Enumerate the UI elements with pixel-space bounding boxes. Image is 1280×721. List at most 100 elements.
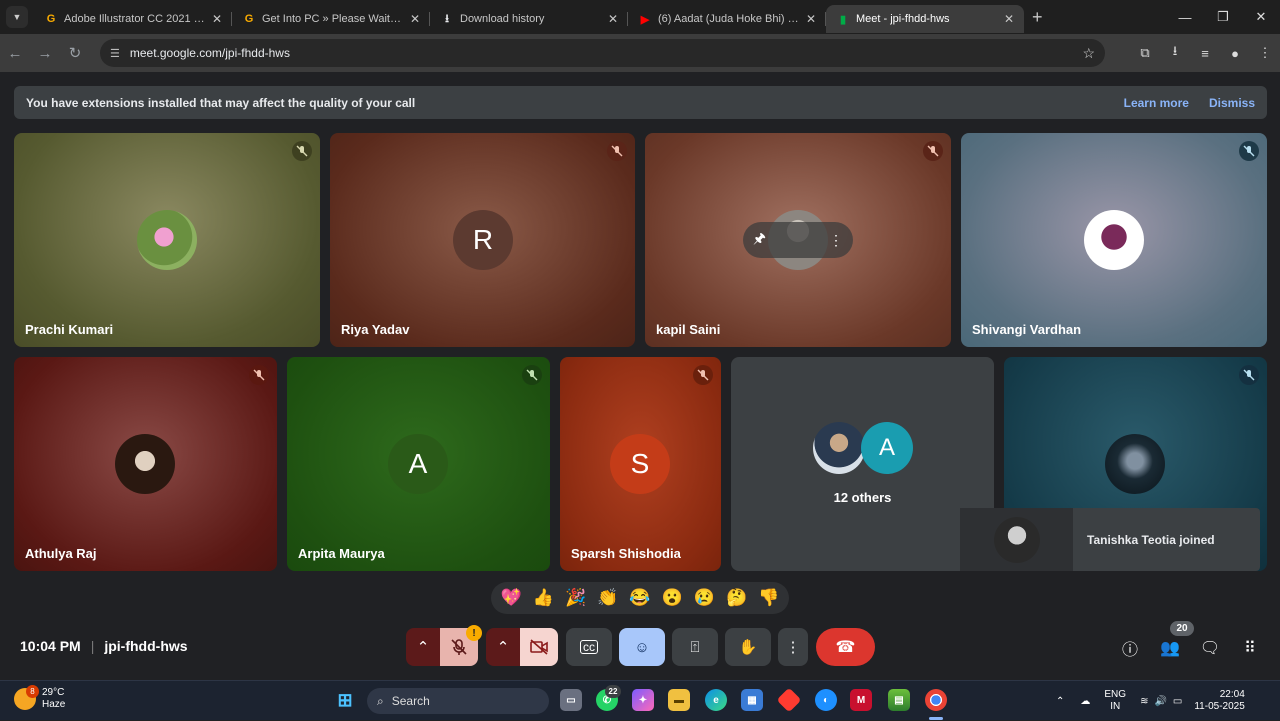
edge-icon[interactable]: e (705, 689, 727, 711)
close-tab-icon[interactable]: ✕ (212, 12, 222, 26)
copilot-icon[interactable]: ✦ (632, 689, 654, 711)
muted-mic-icon (693, 365, 713, 385)
more-options-icon[interactable]: ⋮ (829, 232, 843, 249)
reaction-sad[interactable]: 😢 (694, 588, 715, 608)
others-tile[interactable]: A 12 others (731, 357, 994, 571)
anydesk-icon[interactable] (776, 687, 802, 713)
weather-widget[interactable]: 8 29°C Haze (14, 685, 66, 711)
reaction-thumbs-down[interactable]: 👎 (758, 588, 779, 608)
winrar-icon[interactable]: ▤ (888, 689, 910, 711)
profile-avatar-icon[interactable]: ● (1220, 46, 1250, 61)
hang-up-icon: ☎ (835, 639, 856, 656)
people-button[interactable]: 👥 (1158, 636, 1182, 660)
chrome-icon[interactable] (925, 689, 947, 711)
url-text: meet.google.com/jpi-fhdd-hws (129, 46, 290, 60)
back-icon[interactable]: ← (0, 45, 30, 62)
chat-button[interactable]: 🗨 (1198, 636, 1222, 660)
reaction-heart[interactable]: 💖 (501, 588, 522, 608)
tab-download-history[interactable]: ⭳ Download history ✕ (430, 5, 628, 33)
learn-more-link[interactable]: Learn more (1124, 96, 1189, 110)
task-view-icon[interactable]: ▭ (560, 689, 582, 711)
others-avatar-letter: A (861, 422, 913, 474)
media-control-icon[interactable]: ≡ (1190, 46, 1220, 61)
new-tab-icon[interactable]: + (1032, 7, 1043, 28)
meeting-control-bar: 10:04 PM | jpi-fhdd-hws ⌃ ! ⌃ cc ☺ ⍐ ✋ ⋮… (0, 621, 1280, 668)
url-bar[interactable]: ☰ meet.google.com/jpi-fhdd-hws ☆ (100, 39, 1105, 67)
taskbar-search[interactable]: ⌕ Search (367, 688, 549, 714)
language-indicator[interactable]: ENG IN (1104, 689, 1126, 713)
avatar: A (388, 434, 448, 494)
tab-adobe-illustrator[interactable]: G Adobe Illustrator CC 2021 Free ✕ (34, 5, 232, 33)
reaction-thinking[interactable]: 🤔 (726, 588, 747, 608)
present-button[interactable]: ⍐ (672, 628, 718, 666)
mcafee-icon[interactable]: M (850, 689, 872, 711)
reaction-laugh[interactable]: 😂 (629, 588, 650, 608)
raise-hand-button[interactable]: ✋ (725, 628, 771, 666)
onedrive-icon[interactable]: ☁ (1080, 696, 1090, 707)
system-clock[interactable]: 22:04 11-05-2025 (1194, 689, 1244, 713)
bookmark-star-icon[interactable]: ☆ (1082, 45, 1095, 62)
participant-tile-sparsh-shishodia[interactable]: S Sparsh Shishodia (560, 357, 721, 571)
muted-mic-icon (292, 141, 312, 161)
participant-tile-athulya-raj[interactable]: Athulya Raj (14, 357, 277, 571)
camera-off-icon (530, 639, 548, 655)
tab-search-button[interactable]: ▼ (6, 6, 28, 28)
participant-name: Athulya Raj (25, 546, 97, 561)
participant-name: Shivangi Vardhan (972, 322, 1082, 337)
close-tab-icon[interactable]: ✕ (608, 12, 618, 26)
participant-tile-riya-yadav[interactable]: R Riya Yadav (330, 133, 635, 347)
reload-icon[interactable]: ↻ (60, 44, 90, 62)
tab-youtube-aadat[interactable]: ▶ (6) Aadat (Juda Hoke Bhi) | Atif ✕ (628, 5, 826, 33)
extensions-icon[interactable]: ⧉ (1130, 45, 1160, 61)
menu-kebab-icon[interactable]: ⋮ (1250, 45, 1280, 61)
participant-name: Sparsh Shishodia (571, 546, 681, 561)
activities-button[interactable]: ⠿ (1238, 636, 1262, 660)
participant-tile-arpita-maurya[interactable]: A Arpita Maurya (287, 357, 550, 571)
google-favicon-icon: G (244, 13, 254, 25)
maximize-icon[interactable]: ❐ (1204, 9, 1242, 25)
clock-date: 11-05-2025 (1194, 701, 1245, 712)
reaction-party[interactable]: 🎉 (565, 588, 586, 608)
leave-call-button[interactable]: ☎ (816, 628, 875, 666)
participant-tile-prachi-kumari[interactable]: Prachi Kumari (14, 133, 320, 347)
site-info-icon[interactable]: ☰ (110, 47, 120, 60)
store-icon[interactable]: ▦ (741, 689, 763, 711)
video-options-button[interactable]: ⌃ (486, 628, 520, 666)
windows-start-icon[interactable]: ⊞ (334, 689, 356, 711)
volume-icon[interactable]: 🔊 (1154, 696, 1166, 707)
reaction-surprised[interactable]: 😮 (662, 588, 683, 608)
file-explorer-icon[interactable]: ▬ (668, 689, 690, 711)
battery-icon[interactable]: ▭ (1173, 696, 1182, 707)
close-tab-icon[interactable]: ✕ (1004, 12, 1014, 26)
dismiss-button[interactable]: Dismiss (1209, 96, 1255, 110)
camera-toggle-button[interactable] (520, 628, 558, 666)
close-tab-icon[interactable]: ✕ (806, 12, 816, 26)
reactions-button[interactable]: ☺ (619, 628, 665, 666)
close-tab-icon[interactable]: ✕ (410, 12, 420, 26)
audio-options-button[interactable]: ⌃ (406, 628, 440, 666)
reaction-clap[interactable]: 👏 (597, 588, 618, 608)
avatar (1084, 210, 1144, 270)
more-options-button[interactable]: ⋮ (778, 628, 808, 666)
pin-icon[interactable]: 🖈 (753, 228, 766, 252)
captions-icon: cc (580, 640, 598, 654)
close-window-icon[interactable]: ✕ (1242, 9, 1280, 25)
language-top: ENG (1104, 689, 1127, 700)
captions-button[interactable]: cc (566, 628, 612, 666)
minimize-icon[interactable]: — (1166, 10, 1204, 25)
meeting-details-button[interactable]: ⓘ (1118, 636, 1142, 660)
tab-get-into-pc[interactable]: G Get Into PC » Please Wait File W ✕ (232, 5, 430, 33)
participant-tile-kapil-saini[interactable]: 🖈 ⋮ kapil Saini (645, 133, 951, 347)
tile-overlay-menu: 🖈 ⋮ (743, 222, 853, 258)
browser-app-icon[interactable]: ◐ (815, 689, 837, 711)
wifi-icon[interactable]: ≋ (1140, 696, 1148, 707)
show-hidden-icons-icon[interactable]: ⌃ (1056, 696, 1064, 707)
weather-desc: Haze (42, 699, 66, 710)
forward-icon[interactable]: → (30, 45, 60, 62)
tab-google-meet[interactable]: ▮ Meet - jpi-fhdd-hws ✕ (826, 5, 1024, 33)
system-tray: ⌃ ☁ ENG IN ≋ 🔊 ▭ 22:04 11-05-2025 (1056, 681, 1245, 721)
search-icon: ⌕ (377, 693, 384, 708)
participant-tile-shivangi-vardhan[interactable]: Shivangi Vardhan (961, 133, 1267, 347)
reaction-thumbs-up[interactable]: 👍 (533, 588, 554, 608)
downloads-icon[interactable]: ⭳ (1160, 42, 1190, 64)
